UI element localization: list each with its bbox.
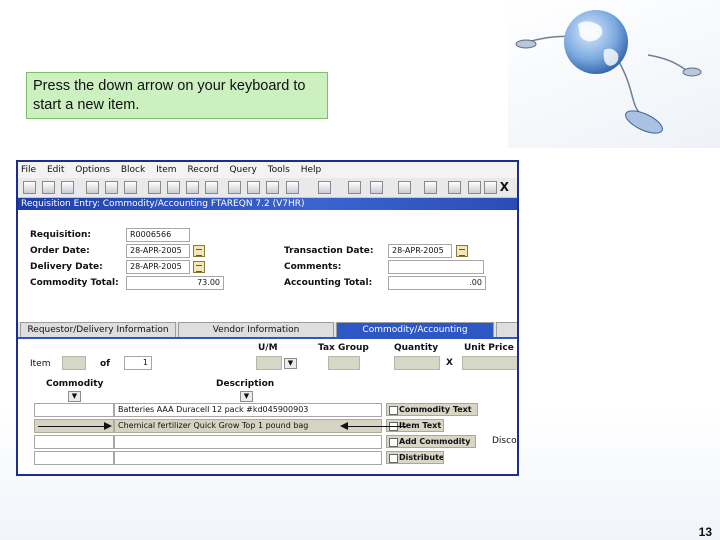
slide-page-number: 13: [698, 525, 712, 539]
add-commodity-checkbox[interactable]: Add Commodity: [386, 435, 476, 448]
annotation-arrow-right: [348, 426, 406, 427]
globe-decoration: [508, 0, 720, 148]
arrowhead-icon: [104, 422, 112, 430]
menu-tools[interactable]: Tools: [268, 162, 290, 178]
menu-bar: File Edit Options Block Item Record Quer…: [18, 162, 517, 178]
save-icon[interactable]: [23, 181, 36, 194]
transaction-date-label: Transaction Date:: [284, 246, 374, 256]
commodity-code-field[interactable]: [34, 435, 114, 449]
tab-commodity-accounting[interactable]: Commodity/Accounting: [336, 322, 494, 338]
arrowhead-icon: [340, 422, 348, 430]
commodity-label: Commodity: [46, 379, 104, 389]
banner-app-window: File Edit Options Block Item Record Quer…: [16, 160, 519, 476]
globe-small-icon[interactable]: [468, 181, 481, 194]
tab-bar: Requestor/Delivery Information Vendor In…: [18, 322, 517, 338]
item-number-field[interactable]: [62, 356, 86, 370]
calendar-icon[interactable]: [193, 245, 205, 257]
of-field: 1: [124, 356, 152, 370]
globe-icon: [515, 10, 702, 134]
comments-label: Comments:: [284, 262, 342, 272]
tax-group-field[interactable]: [328, 356, 360, 370]
remove-record-icon[interactable]: [105, 181, 118, 194]
unit-price-field[interactable]: [462, 356, 517, 370]
commodity-total-label: Commodity Total:: [30, 278, 119, 288]
times-label: X: [446, 358, 453, 368]
calendar-icon[interactable]: [456, 245, 468, 257]
info-icon[interactable]: [448, 181, 461, 194]
exit-icon[interactable]: [484, 181, 497, 194]
tab-vendor-information[interactable]: Vendor Information: [178, 322, 334, 338]
quantity-label: Quantity: [394, 343, 439, 353]
tax-group-label: Tax Group: [318, 343, 369, 353]
menu-file[interactable]: File: [21, 162, 36, 178]
print-icon[interactable]: [318, 181, 331, 194]
options-icon[interactable]: [228, 181, 241, 194]
previous-record-icon[interactable]: [186, 181, 199, 194]
clear-form-icon[interactable]: [370, 181, 383, 194]
rollback-icon[interactable]: [42, 181, 55, 194]
of-label: of: [100, 359, 111, 369]
menu-record[interactable]: Record: [187, 162, 218, 178]
insert-record-icon[interactable]: [86, 181, 99, 194]
accounting-total-label: Accounting Total:: [284, 278, 373, 288]
target-icon[interactable]: [424, 181, 437, 194]
description-label: Description: [216, 379, 275, 389]
form-title-bar: Requisition Entry: Commodity/Accounting …: [18, 198, 517, 210]
discount-label: Disco: [492, 436, 517, 446]
delivery-date-label: Delivery Date:: [30, 262, 103, 272]
um-field[interactable]: [256, 356, 282, 370]
quantity-field[interactable]: [394, 356, 440, 370]
menu-edit[interactable]: Edit: [47, 162, 64, 178]
transaction-date-field[interactable]: 28-APR-2005: [388, 244, 452, 258]
description-field[interactable]: [114, 435, 382, 449]
select-icon[interactable]: [61, 181, 74, 194]
menu-query[interactable]: Query: [229, 162, 256, 178]
tab-requestor-delivery[interactable]: Requestor/Delivery Information: [20, 322, 176, 338]
order-date-label: Order Date:: [30, 246, 90, 256]
annotation-arrow-left: [38, 426, 108, 427]
search-icon[interactable]: [247, 181, 260, 194]
notes-icon[interactable]: [348, 181, 361, 194]
menu-item[interactable]: Item: [156, 162, 177, 178]
unit-price-label: Unit Price: [464, 343, 514, 353]
menu-help[interactable]: Help: [301, 162, 322, 178]
previous-block-icon[interactable]: [148, 181, 161, 194]
dropdown-arrow-icon[interactable]: ▼: [68, 391, 81, 402]
help-icon[interactable]: [398, 181, 411, 194]
requisition-field[interactable]: R0006566: [126, 228, 190, 242]
commodity-code-field[interactable]: [34, 403, 114, 417]
description-field[interactable]: Batteries AAA Duracell 12 pack #kd045900…: [114, 403, 382, 417]
commodity-code-field[interactable]: [34, 451, 114, 465]
close-icon[interactable]: X: [500, 180, 509, 194]
computer-mouse-icon: [625, 110, 663, 134]
clear-record-icon[interactable]: [124, 181, 137, 194]
calendar-icon[interactable]: [193, 261, 205, 273]
dropdown-arrow-icon[interactable]: ▼: [240, 391, 253, 402]
tab-underline: [18, 337, 517, 339]
requisition-label: Requisition:: [30, 230, 91, 240]
execute-query-icon[interactable]: [266, 181, 279, 194]
commodity-text-checkbox[interactable]: Commodity Text: [386, 403, 478, 416]
tab-overflow[interactable]: [496, 322, 517, 338]
toolbar: X: [18, 178, 517, 198]
menu-block[interactable]: Block: [121, 162, 145, 178]
description-field[interactable]: [114, 451, 382, 465]
commodity-total-field: 73.00: [126, 276, 224, 290]
cancel-query-icon[interactable]: [286, 181, 299, 194]
delivery-date-field[interactable]: 28-APR-2005: [126, 260, 190, 274]
order-date-field[interactable]: 28-APR-2005: [126, 244, 190, 258]
um-label: U/M: [258, 343, 278, 353]
comments-field[interactable]: [388, 260, 484, 274]
dropdown-arrow-icon[interactable]: ▼: [284, 358, 297, 369]
distribute-checkbox[interactable]: Distribute: [386, 451, 444, 464]
item-label: Item: [30, 359, 51, 369]
instruction-callout: Press the down arrow on your keyboard to…: [26, 72, 328, 119]
accounting-total-field: .00: [388, 276, 486, 290]
next-block-icon[interactable]: [167, 181, 180, 194]
menu-options[interactable]: Options: [75, 162, 110, 178]
next-record-icon[interactable]: [205, 181, 218, 194]
